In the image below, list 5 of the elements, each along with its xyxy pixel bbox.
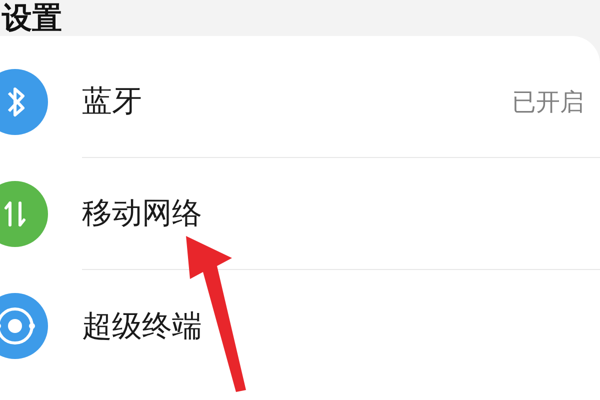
- setting-label[interactable]: 蓝牙: [82, 79, 512, 124]
- page-title: 设置: [2, 2, 62, 36]
- setting-status: 已开启: [512, 86, 584, 118]
- setting-label[interactable]: 超级终端: [82, 304, 584, 348]
- setting-label[interactable]: 移动网络: [82, 191, 584, 236]
